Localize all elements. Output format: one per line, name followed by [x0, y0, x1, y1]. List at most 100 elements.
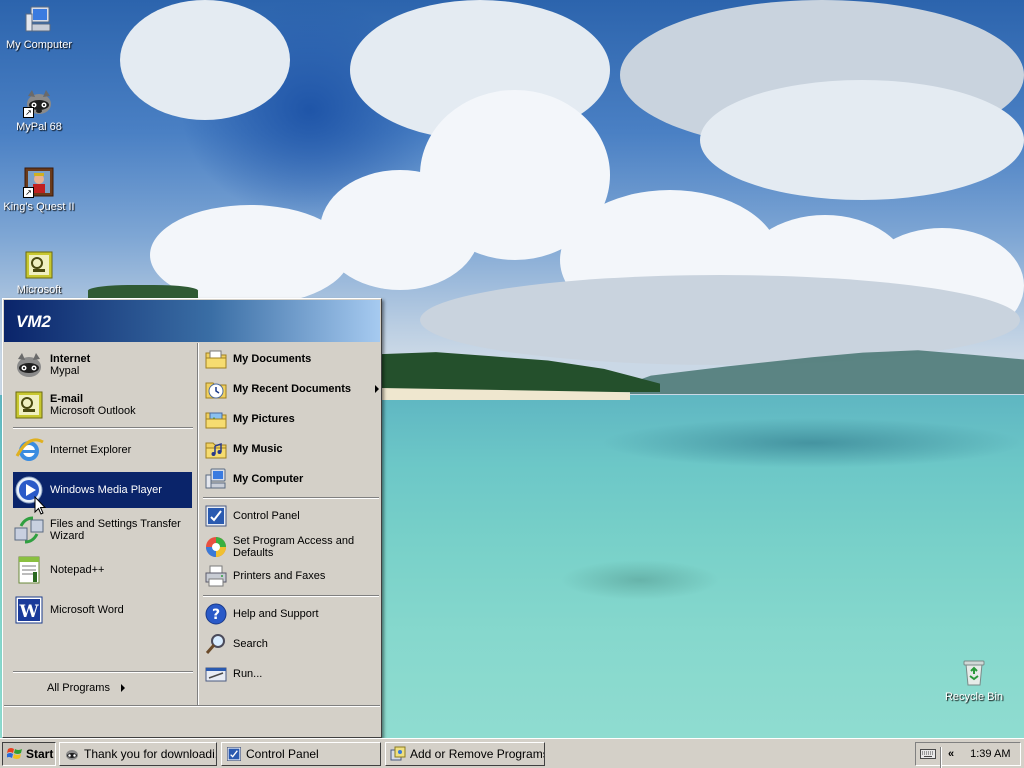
start-menu-right-column: My Documents My Recent Documents My Pict… [197, 343, 381, 705]
recent-item-label-line1: Files and Settings Transfer [50, 518, 181, 530]
control-panel-icon [226, 746, 242, 762]
help-item-label: Run... [233, 668, 263, 680]
place-item-my-music[interactable]: My Music [204, 435, 378, 463]
tray-divider [940, 747, 942, 768]
start-menu-user-name: VM2 [4, 300, 380, 342]
recent-item-files-settings-transfer-wizard[interactable]: Files and Settings Transfer Wizard [13, 512, 193, 548]
place-item-label: My Pictures [233, 413, 295, 425]
folder-pictures-icon [204, 407, 228, 431]
taskbar-button-mypal[interactable]: Thank you for downloadi... [59, 742, 217, 766]
help-item-label: Help and Support [233, 608, 319, 620]
recent-documents-icon [204, 377, 228, 401]
help-item-help-support[interactable]: ? Help and Support [204, 600, 378, 628]
recent-item-label: Microsoft Word [50, 604, 124, 616]
place-item-my-computer[interactable]: My Computer [204, 465, 378, 493]
settings-item-printers-faxes[interactable]: Printers and Faxes [204, 562, 378, 590]
help-item-label: Search [233, 638, 268, 650]
wallpaper-cloud [700, 80, 1024, 200]
mouse-cursor-icon [34, 496, 46, 515]
place-item-label: My Computer [233, 473, 304, 485]
outlook-icon [23, 249, 55, 281]
help-item-run[interactable]: Run... [204, 660, 378, 688]
program-access-icon [204, 535, 228, 559]
taskbar-button-control-panel[interactable]: Control Panel [221, 742, 381, 766]
clock[interactable]: 1:39 AM [970, 748, 1010, 760]
raccoon-icon [13, 349, 45, 381]
pinned-item-internet[interactable]: Internet Mypal [13, 347, 191, 383]
recent-item-notepad-plus-plus[interactable]: Notepad++ [13, 552, 191, 588]
search-icon [204, 632, 228, 656]
desktop-icon-label: Recycle Bin [944, 691, 1004, 703]
taskbar-button-label: Add or Remove Programs [410, 747, 545, 761]
kings-quest-icon: ↗ [23, 166, 55, 198]
place-item-my-recent-documents[interactable]: My Recent Documents [204, 375, 379, 403]
start-menu: VM2 Internet Mypal E-mail Microsoft Outl… [2, 298, 382, 738]
raccoon-icon: ↗ [23, 86, 55, 118]
wallpaper-sea-shade [600, 418, 1024, 468]
internet-explorer-icon [13, 434, 45, 466]
desktop-icon-kings-quest[interactable]: ↗ King's Quest II [0, 166, 79, 213]
help-item-search[interactable]: Search [204, 630, 378, 658]
separator [203, 497, 379, 499]
keyboard-icon[interactable] [920, 748, 936, 760]
system-tray: « 1:39 AM [915, 742, 1021, 768]
recent-item-label-line2: Wizard [50, 530, 85, 542]
settings-item-label: Control Panel [233, 510, 300, 522]
wallpaper-trees [88, 285, 198, 299]
outlook-icon [13, 389, 45, 421]
tray-expand-button[interactable]: « [948, 748, 954, 760]
taskbar: Start Thank you for downloadi... Control… [0, 738, 1024, 768]
pinned-item-title: E-mail [50, 393, 84, 405]
place-item-my-documents[interactable]: My Documents [204, 345, 378, 373]
transfer-wizard-icon [13, 514, 45, 546]
shortcut-arrow-icon: ↗ [23, 187, 34, 198]
svg-text:W: W [18, 602, 39, 622]
desktop-icon-label: MyPal 68 [16, 121, 62, 133]
desktop-icon-label: Microsoft [16, 284, 62, 296]
start-menu-footer [4, 705, 380, 737]
pinned-item-subtitle: Microsoft Outlook [50, 405, 136, 417]
all-programs-button[interactable]: All Programs [47, 679, 167, 697]
taskbar-button-add-remove-programs[interactable]: Add or Remove Programs [385, 742, 545, 766]
settings-item-program-access[interactable]: Set Program Access and Defaults [204, 532, 380, 562]
recent-item-internet-explorer[interactable]: Internet Explorer [13, 432, 191, 468]
taskbar-button-label: Thank you for downloadi... [84, 747, 217, 761]
windows-logo-icon [7, 748, 22, 759]
my-computer-icon [204, 467, 228, 491]
recent-item-label: Notepad++ [50, 564, 105, 576]
pinned-item-subtitle: Mypal [50, 365, 80, 377]
taskbar-button-label: Control Panel [246, 747, 319, 761]
start-button[interactable]: Start [2, 742, 56, 766]
shortcut-arrow-icon: ↗ [23, 107, 34, 118]
desktop-icon-my-computer[interactable]: My Computer [0, 4, 79, 51]
desktop-icon-label: My Computer [5, 39, 73, 51]
my-computer-icon [23, 4, 55, 36]
pinned-item-email[interactable]: E-mail Microsoft Outlook [13, 387, 191, 423]
recent-item-microsoft-word[interactable]: W Microsoft Word [13, 592, 191, 628]
add-remove-programs-icon [390, 746, 406, 762]
desktop-icon-label: King's Quest II [3, 201, 75, 213]
settings-item-label-line2: Defaults [233, 547, 274, 559]
submenu-arrow-icon [375, 385, 379, 393]
notepad-plus-icon [13, 554, 45, 586]
control-panel-icon [204, 504, 228, 528]
pinned-item-title: Internet [50, 353, 91, 365]
help-icon: ? [204, 602, 228, 626]
wallpaper-cloud [120, 0, 290, 120]
printer-icon [204, 564, 228, 588]
run-icon [204, 662, 228, 686]
word-icon: W [13, 594, 45, 626]
separator [203, 595, 379, 597]
desktop-icon-microsoft-outlook[interactable]: Microsoft [0, 249, 79, 296]
place-item-label: My Documents [233, 353, 312, 365]
svg-text:?: ? [212, 607, 220, 623]
separator [13, 427, 193, 429]
place-item-my-pictures[interactable]: My Pictures [204, 405, 378, 433]
desktop-icon-recycle-bin[interactable]: Recycle Bin [934, 656, 1014, 703]
settings-item-control-panel[interactable]: Control Panel [204, 502, 378, 530]
start-button-label: Start [26, 747, 54, 761]
wallpaper-reef [560, 560, 720, 600]
desktop-icon-mypal[interactable]: ↗ MyPal 68 [0, 86, 79, 133]
settings-item-label-line1: Set Program Access and [233, 535, 355, 547]
submenu-arrow-icon [121, 684, 125, 692]
